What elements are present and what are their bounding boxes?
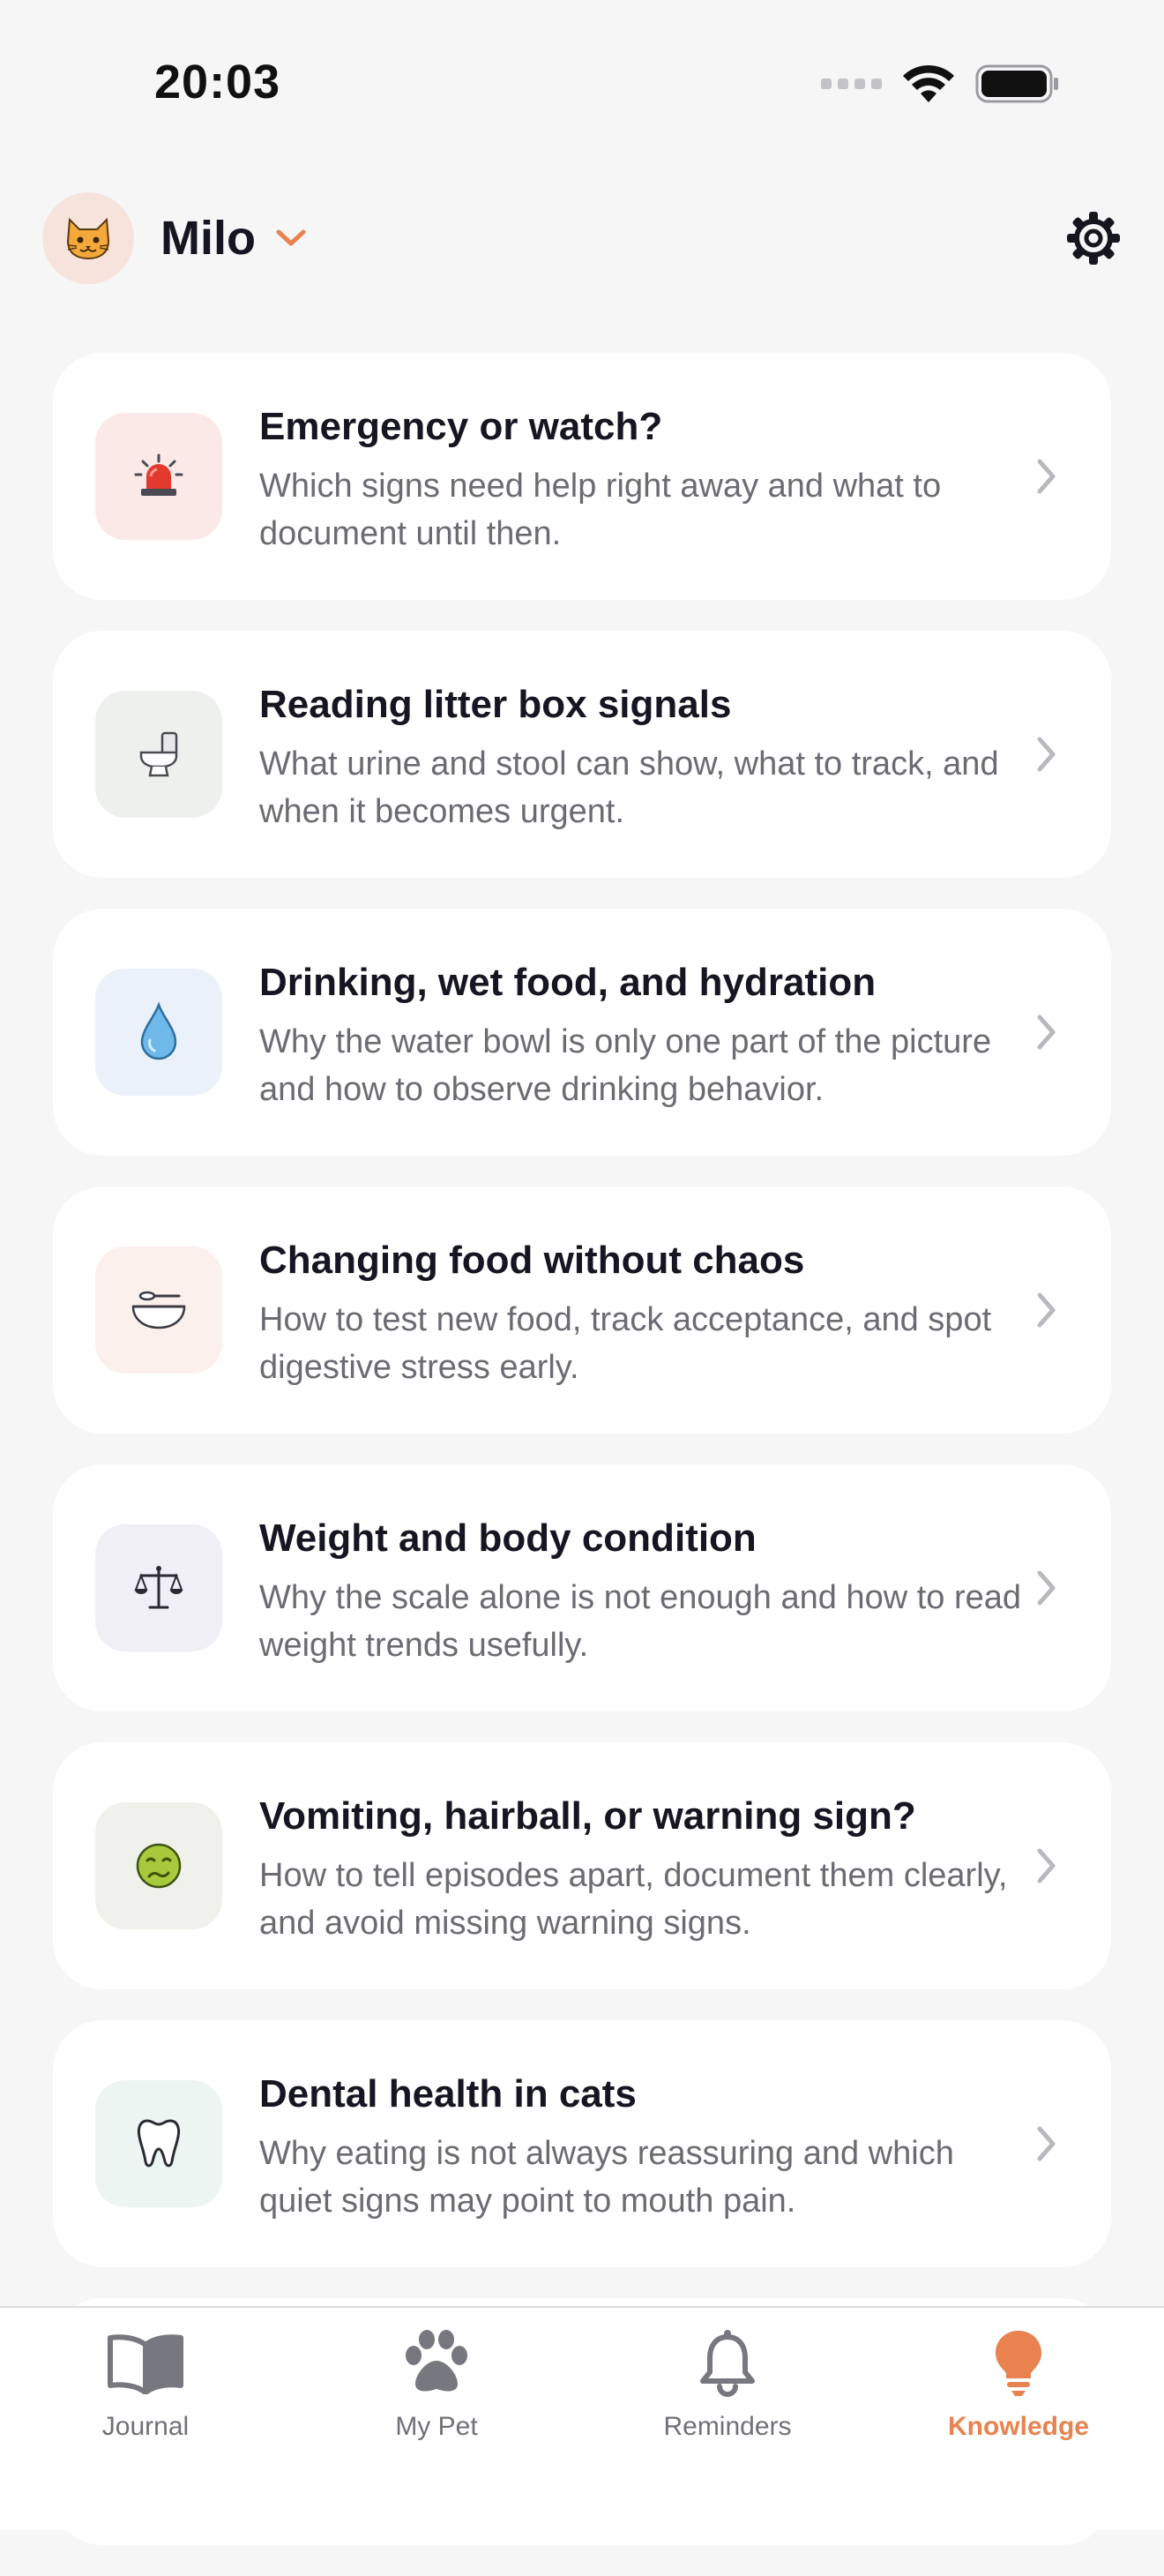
- article-icon-tile: [95, 413, 222, 540]
- article-description: How to tell episodes apart, document the…: [259, 1857, 1008, 1942]
- tab-label: Journal: [101, 2412, 190, 2441]
- bottom-tab-bar: Journal My Pet Reminders Knowledge: [0, 2306, 1164, 2530]
- article-title: Reading litter box signals: [259, 683, 732, 726]
- water-drop-icon: [140, 1001, 177, 1060]
- article-card-hydration[interactable]: Drinking, wet food, and hydration Why th…: [53, 909, 1111, 1156]
- pet-switcher-button[interactable]: [275, 228, 307, 248]
- pet-name[interactable]: Milo: [160, 211, 256, 266]
- nauseated-face-icon: [136, 1843, 182, 1889]
- tab-icon: [698, 2320, 757, 2405]
- food-bowl-icon: [131, 1291, 186, 1329]
- pet-avatar[interactable]: [42, 192, 134, 284]
- toilet-icon: [139, 731, 178, 777]
- article-text: Emergency or watch? Which signs need hel…: [259, 401, 1035, 558]
- tab-icon: [401, 2320, 472, 2405]
- article-card-litter-box[interactable]: Reading litter box signals What urine an…: [53, 631, 1111, 878]
- cat-face-icon: [66, 217, 110, 260]
- article-title: Changing food without chaos: [259, 1239, 805, 1282]
- article-icon-tile: [95, 969, 222, 1096]
- chevron-right-icon: [1037, 1015, 1056, 1050]
- article-title: Vomiting, hairball, or warning sign?: [259, 1794, 916, 1838]
- tab-icon: [105, 2320, 186, 2405]
- chevron-down-icon: [276, 229, 306, 246]
- article-text: Dental health in cats Why eating is not …: [259, 2068, 1035, 2225]
- status-time: 20:03: [154, 56, 281, 109]
- article-text: Reading litter box signals What urine an…: [259, 678, 1035, 835]
- article-text: Changing food without chaos How to test …: [259, 1234, 1035, 1391]
- article-title: Emergency or watch?: [259, 405, 663, 448]
- article-card-dental[interactable]: Dental health in cats Why eating is not …: [53, 2020, 1111, 2267]
- scale-icon: [134, 1566, 183, 1609]
- tab-reminders[interactable]: Reminders: [582, 2308, 873, 2530]
- article-text: Drinking, wet food, and hydration Why th…: [259, 956, 1035, 1113]
- article-icon-tile: [95, 2080, 222, 2207]
- chevron-right-icon: [1037, 2126, 1056, 2161]
- tooth-icon: [137, 2119, 181, 2168]
- status-bar: 20:03: [0, 0, 1164, 168]
- article-description: What urine and stool can show, what to t…: [259, 745, 999, 830]
- article-icon-tile: [95, 691, 222, 818]
- article-icon-tile: [95, 1802, 222, 1929]
- article-text: Vomiting, hairball, or warning sign? How…: [259, 1790, 1035, 1947]
- tab-icon: [992, 2320, 1045, 2405]
- tab-journal[interactable]: Journal: [0, 2308, 291, 2530]
- article-card-changing-food[interactable]: Changing food without chaos How to test …: [53, 1187, 1111, 1434]
- paw-icon: [406, 2330, 467, 2392]
- tab-label: My Pet: [395, 2412, 478, 2441]
- tab-my-pet[interactable]: My Pet: [291, 2308, 582, 2530]
- article-title: Drinking, wet food, and hydration: [259, 961, 877, 1004]
- knowledge-article-list: Emergency or watch? Which signs need hel…: [53, 353, 1111, 2576]
- article-title: Dental health in cats: [259, 2072, 637, 2115]
- lightbulb-icon: [996, 2331, 1041, 2396]
- bell-icon: [700, 2330, 755, 2397]
- chevron-right-icon: [1037, 459, 1056, 494]
- tab-label: Knowledge: [947, 2412, 1089, 2441]
- article-description: Why the scale alone is not enough and ho…: [259, 1579, 1022, 1664]
- article-description: Why the water bowl is only one part of t…: [259, 1023, 992, 1108]
- siren-icon: [134, 453, 183, 496]
- settings-button[interactable]: [1065, 210, 1122, 266]
- tab-label: Reminders: [663, 2412, 792, 2441]
- chevron-right-icon: [1037, 1848, 1056, 1883]
- article-description: How to test new food, track acceptance, …: [259, 1301, 992, 1386]
- status-icons: [821, 64, 1060, 104]
- tab-knowledge[interactable]: Knowledge: [873, 2308, 1164, 2530]
- book-icon: [108, 2334, 183, 2394]
- chevron-right-icon: [1037, 1570, 1056, 1606]
- article-icon-tile: [95, 1524, 222, 1651]
- article-text: Weight and body condition Why the scale …: [259, 1512, 1035, 1669]
- wifi-icon: [903, 64, 954, 102]
- battery-icon: [975, 64, 1058, 103]
- chevron-right-icon: [1037, 737, 1056, 772]
- article-title: Weight and body condition: [259, 1516, 757, 1560]
- article-icon-tile: [95, 1247, 222, 1374]
- article-description: Why eating is not always reassuring and …: [259, 2135, 954, 2220]
- article-card-emergency[interactable]: Emergency or watch? Which signs need hel…: [53, 353, 1111, 600]
- chevron-right-icon: [1037, 1292, 1056, 1328]
- pet-header: Milo: [42, 192, 1122, 284]
- cellular-signal-icon: [821, 79, 882, 89]
- gear-icon: [1067, 212, 1120, 265]
- article-card-weight[interactable]: Weight and body condition Why the scale …: [53, 1464, 1111, 1711]
- article-card-vomiting[interactable]: Vomiting, hairball, or warning sign? How…: [53, 1742, 1111, 1989]
- article-description: Which signs need help right away and wha…: [259, 468, 942, 552]
